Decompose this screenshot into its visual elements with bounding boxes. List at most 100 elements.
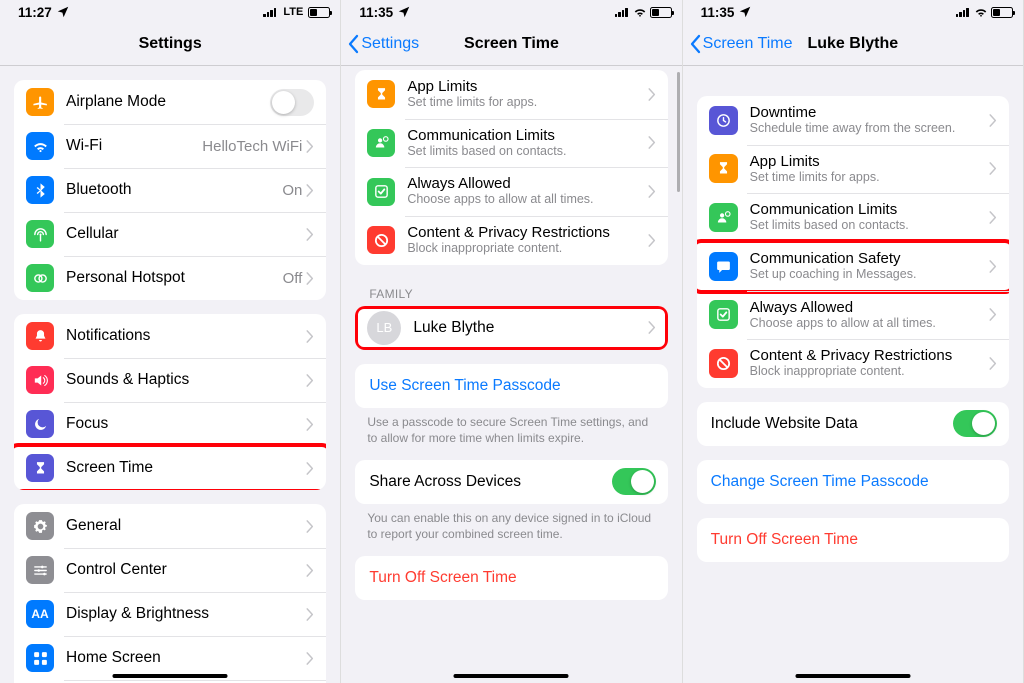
row-label: Wi-Fi — [66, 137, 202, 155]
checkshield-icon — [367, 178, 395, 206]
row-label: Screen Time — [66, 459, 306, 477]
settings-row-general[interactable]: General — [14, 504, 326, 548]
chevron-right-icon — [989, 211, 997, 224]
row-label: Content & Privacy Restrictions — [750, 347, 989, 364]
include-web-toggle[interactable] — [953, 410, 997, 437]
signal-icon — [615, 7, 628, 17]
row-label: Home Screen — [66, 649, 306, 667]
row-label: Always Allowed — [750, 299, 989, 316]
chevron-left-icon — [689, 34, 703, 54]
option-content-privacy-restrictions[interactable]: Content & Privacy RestrictionsBlock inap… — [697, 339, 1009, 388]
row-label: Airplane Mode — [66, 93, 270, 111]
option-communication-limits[interactable]: Communication LimitsSet limits based on … — [697, 193, 1009, 242]
settings-row-screen-time[interactable]: Screen Time — [14, 446, 326, 490]
row-subtitle: Set time limits for apps. — [750, 170, 989, 186]
location-icon — [56, 5, 70, 19]
passcode-link-row[interactable]: Use Screen Time Passcode — [355, 364, 667, 408]
phone-settings: 11:27 LTE Settings Airplane ModeWi-FiHel… — [0, 0, 341, 683]
row-label: Downtime — [750, 104, 989, 121]
clock-time: 11:35 — [359, 5, 393, 20]
option-communication-safety[interactable]: Communication SafetySet up coaching in M… — [697, 242, 1009, 291]
share-devices-row: Share Across Devices — [355, 460, 667, 504]
chevron-right-icon — [306, 418, 314, 431]
change-passcode-link[interactable]: Change Screen Time Passcode — [711, 473, 997, 491]
share-toggle[interactable] — [612, 468, 656, 495]
chevron-right-icon — [306, 140, 314, 153]
signal-icon — [956, 7, 969, 17]
aa-icon: AA — [26, 600, 54, 628]
change-passcode-row[interactable]: Change Screen Time Passcode — [697, 460, 1009, 504]
toggle[interactable] — [270, 89, 314, 116]
settings-group-general: GeneralControl CenterAADisplay & Brightn… — [14, 504, 326, 683]
speaker-icon — [26, 366, 54, 394]
chevron-right-icon — [306, 520, 314, 533]
clock-time: 11:35 — [701, 5, 735, 20]
turn-off-row[interactable]: Turn Off Screen Time — [697, 518, 1009, 562]
settings-row-display-brightness[interactable]: AADisplay & Brightness — [14, 592, 326, 636]
option-always-allowed[interactable]: Always AllowedChoose apps to allow at al… — [355, 167, 667, 216]
row-value: On — [282, 182, 302, 199]
phone-screen-time: 11:35 Settings Screen Time App LimitsSet… — [341, 0, 682, 683]
settings-row-focus[interactable]: Focus — [14, 402, 326, 446]
row-label: App Limits — [750, 153, 989, 170]
turn-off-link[interactable]: Turn Off Screen Time — [369, 569, 655, 587]
battery-icon — [991, 7, 1013, 18]
row-subtitle: Choose apps to allow at all times. — [750, 316, 989, 332]
home-indicator[interactable] — [113, 674, 228, 679]
row-label: Always Allowed — [407, 175, 647, 192]
personbubble-icon — [709, 203, 738, 232]
option-app-limits[interactable]: App LimitsSet time limits for apps. — [697, 145, 1009, 194]
page-title: Screen Time — [464, 35, 559, 53]
chevron-right-icon — [306, 228, 314, 241]
family-member-row[interactable]: LB Luke Blythe — [355, 306, 667, 350]
turn-off-row[interactable]: Turn Off Screen Time — [355, 556, 667, 600]
avatar: LB — [367, 311, 401, 345]
chevron-right-icon — [648, 234, 656, 247]
row-subtitle: Schedule time away from the screen. — [750, 121, 989, 137]
turn-off-link[interactable]: Turn Off Screen Time — [711, 531, 997, 549]
option-always-allowed[interactable]: Always AllowedChoose apps to allow at al… — [697, 291, 1009, 340]
chevron-right-icon — [306, 184, 314, 197]
option-content-privacy-restrictions[interactable]: Content & Privacy RestrictionsBlock inap… — [355, 216, 667, 265]
row-subtitle: Block inappropriate content. — [407, 241, 647, 257]
settings-row-airplane-mode[interactable]: Airplane Mode — [14, 80, 326, 124]
page-title: Settings — [139, 35, 202, 53]
back-button[interactable]: Screen Time — [689, 34, 793, 54]
home-indicator[interactable] — [454, 674, 569, 679]
settings-row-personal-hotspot[interactable]: Personal HotspotOff — [14, 256, 326, 300]
clock-icon — [709, 106, 738, 135]
hourglass-icon — [709, 154, 738, 183]
chevron-right-icon — [648, 321, 656, 334]
location-icon — [738, 5, 752, 19]
hourglass-icon — [26, 454, 54, 482]
back-button[interactable]: Settings — [347, 34, 419, 54]
option-downtime[interactable]: DowntimeSchedule time away from the scre… — [697, 96, 1009, 145]
sliders-icon — [26, 556, 54, 584]
row-label: Cellular — [66, 225, 306, 243]
settings-row-bluetooth[interactable]: BluetoothOn — [14, 168, 326, 212]
scrollbar[interactable] — [677, 72, 680, 192]
home-indicator[interactable] — [795, 674, 910, 679]
option-communication-limits[interactable]: Communication LimitsSet limits based on … — [355, 119, 667, 168]
screen-time-options: App LimitsSet time limits for apps.Commu… — [355, 70, 667, 265]
chevron-right-icon — [306, 652, 314, 665]
settings-row-sounds-haptics[interactable]: Sounds & Haptics — [14, 358, 326, 402]
option-app-limits[interactable]: App LimitsSet time limits for apps. — [355, 70, 667, 119]
settings-row-cellular[interactable]: Cellular — [14, 212, 326, 256]
settings-group-notifications: NotificationsSounds & HapticsFocus Screen… — [14, 314, 326, 490]
nav-bar: Settings — [0, 22, 340, 66]
battery-icon — [650, 7, 672, 18]
chevron-right-icon — [306, 462, 314, 475]
chevron-right-icon — [306, 564, 314, 577]
settings-row-notifications[interactable]: Notifications — [14, 314, 326, 358]
settings-row-control-center[interactable]: Control Center — [14, 548, 326, 592]
wifi-icon — [974, 5, 988, 19]
nosign-icon — [367, 226, 395, 254]
share-footer: You can enable this on any device signed… — [341, 504, 681, 542]
row-label: Communication Limits — [750, 201, 989, 218]
use-passcode-link[interactable]: Use Screen Time Passcode — [369, 377, 655, 395]
settings-row-wi-fi[interactable]: Wi-FiHelloTech WiFi — [14, 124, 326, 168]
chevron-right-icon — [306, 374, 314, 387]
settings-group-connectivity: Airplane Mode Wi-FiHelloTech WiFiBluetoot… — [14, 80, 326, 300]
hourglass-icon — [367, 80, 395, 108]
